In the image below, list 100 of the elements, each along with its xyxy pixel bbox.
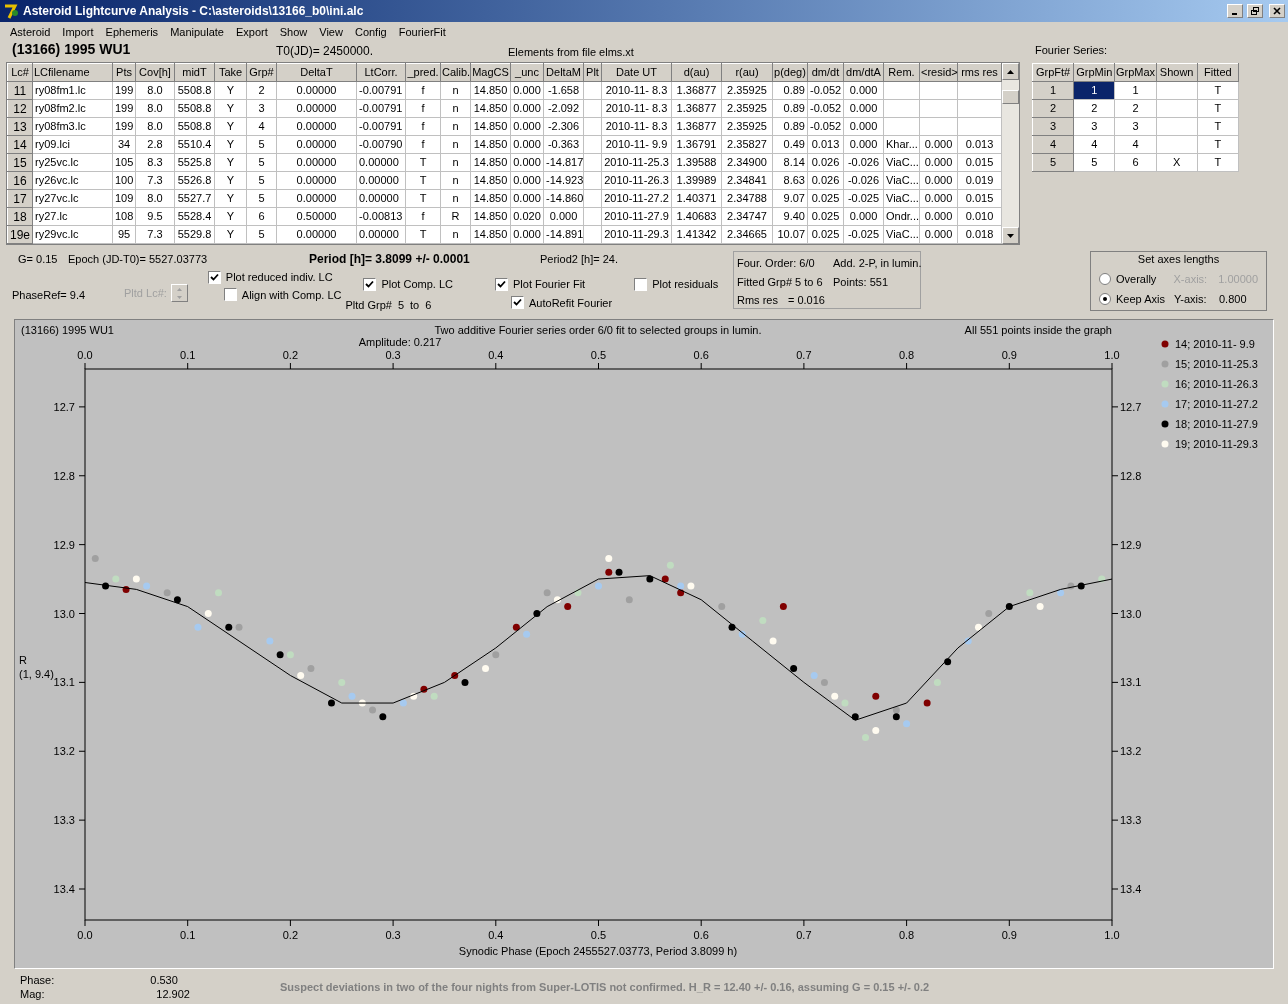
table-cell: 0.013 [957, 135, 1002, 154]
table-cell: 2 [246, 81, 277, 100]
column-header[interactable]: Take [214, 63, 247, 82]
column-header[interactable]: Cov[h] [135, 63, 175, 82]
table-cell: 0.00000 [276, 135, 357, 154]
column-header[interactable]: rms res [957, 63, 1002, 82]
column-header[interactable]: Calib. [440, 63, 471, 82]
table-cell: -0.052 [807, 117, 844, 136]
table-cell: T [1197, 135, 1239, 153]
table-cell: 0.000 [919, 189, 958, 208]
table-cell: 5527.7 [174, 189, 215, 208]
menu-item[interactable]: Ephemeris [99, 23, 165, 41]
column-header[interactable]: DeltaT [276, 63, 357, 82]
menu-item[interactable]: Export [229, 23, 274, 41]
table-cell: 8.0 [135, 81, 175, 100]
column-header[interactable]: GrpMin [1073, 63, 1115, 81]
table-cell: f [405, 207, 441, 226]
pltd-grp-label: Pltd Grp# [345, 297, 392, 313]
column-header[interactable]: r(au) [721, 63, 773, 82]
column-header[interactable]: Rem. [883, 63, 920, 82]
column-header[interactable]: LCfilename [32, 63, 113, 82]
fitted-groups: Fitted Grp# 5 to 6 [737, 273, 833, 290]
y-tick-label: 13.3 [1120, 814, 1142, 827]
table-cell: -1.658 [543, 81, 584, 100]
table-cell: 9.40 [772, 207, 808, 226]
column-header[interactable]: GrpFt# [1032, 63, 1074, 81]
table-cell: 5508.8 [174, 81, 215, 100]
table-cell: 199 [112, 81, 136, 100]
table-cell: T [1197, 117, 1239, 135]
column-header[interactable]: MagCS [470, 63, 511, 82]
menu-item[interactable]: View [313, 23, 349, 41]
pltd-grp-from: 5 [397, 297, 405, 313]
table-cell: 2010-11-26.3 [601, 171, 672, 190]
fit-mode: Add. 2-P, in lumin. [833, 256, 922, 271]
table-cell: 1.36791 [671, 135, 722, 154]
table-cell: 1 [1114, 81, 1157, 99]
column-header[interactable]: DeltaM [543, 63, 584, 82]
period2-value: Period2 [h]= 24. [540, 251, 618, 267]
asteroid-name: (13166) 1995 WU1 [12, 40, 132, 59]
epoch-value: Epoch (JD-T0)= 5527.03773 [68, 251, 209, 267]
checkbox-label: Align with Comp. LC [241, 287, 342, 303]
table-cell: 5 [246, 171, 277, 190]
table-cell: ry08fm1.lc [32, 81, 113, 100]
table-cell: 0.00000 [356, 189, 406, 208]
column-header[interactable]: LtCorr. [356, 63, 406, 82]
table-cell: 1.36877 [671, 99, 722, 118]
column-header[interactable]: _unc [510, 63, 544, 82]
fourier-order: Four. Order: 6/0 [737, 256, 816, 271]
axis-length-value[interactable]: 0.800 [1219, 291, 1247, 308]
column-header[interactable]: Date UT [601, 63, 672, 82]
table-cell: 199 [112, 117, 136, 136]
column-header[interactable]: midT [174, 63, 215, 82]
table-cell: -0.026 [843, 171, 884, 190]
column-header[interactable]: Pts [112, 63, 136, 82]
column-header[interactable]: p(deg) [772, 63, 808, 82]
table-cell[interactable]: 2 [1073, 99, 1115, 117]
table-cell: T [405, 225, 441, 244]
column-header[interactable]: <resid> [919, 63, 958, 82]
table-cell: Y [214, 99, 247, 118]
menu-item[interactable]: Asteroid [4, 23, 57, 41]
table-cell: ry08fm2.lc [32, 99, 113, 118]
menu-item[interactable]: FourierFit [392, 23, 452, 41]
table-cell: Y [214, 81, 247, 100]
column-header[interactable]: Fitted [1197, 63, 1239, 81]
column-header[interactable]: Grp# [246, 63, 277, 82]
table-cell: f [405, 117, 441, 136]
menu-item[interactable]: Show [273, 23, 314, 41]
x-tick-label: 0.4 [488, 929, 504, 941]
table-cell: 5 [246, 189, 277, 208]
table-cell: T [1197, 153, 1239, 171]
y-tick-label: 12.8 [53, 469, 75, 482]
menu-item[interactable]: Manipulate [164, 23, 230, 41]
column-header[interactable]: GrpMax [1114, 63, 1157, 81]
chart-object-name: (13166) 1995 WU1 [21, 324, 114, 336]
x-tick-label: 0.5 [590, 929, 607, 941]
table-cell: 14.850 [470, 99, 511, 118]
table-cell[interactable]: 5 [1073, 153, 1115, 171]
column-header[interactable]: Lc# [7, 63, 33, 82]
column-header[interactable]: dm/dt [807, 63, 844, 82]
table-cell: 5510.4 [174, 135, 215, 154]
column-header[interactable]: Shown [1156, 63, 1198, 81]
column-header[interactable]: dm/dtA [843, 63, 884, 82]
table-cell: Y [214, 117, 247, 136]
table-cell: 2010-11-29.3 [601, 225, 672, 244]
table-cell[interactable]: 4 [1073, 135, 1115, 153]
table-cell: 14.850 [470, 189, 511, 208]
table-cell: 0.89 [772, 117, 808, 136]
table-cell: 0.000 [843, 135, 884, 154]
menu-item[interactable]: Config [348, 23, 393, 41]
table-cell: 0.000 [919, 153, 958, 172]
table-cell: ry09.lci [32, 135, 113, 154]
table-cell: 2.35925 [721, 117, 773, 136]
table-cell: 0.00000 [276, 189, 357, 208]
table-cell: 14.850 [470, 207, 511, 226]
menu-item[interactable]: Import [56, 23, 100, 41]
legend-label: 15; 2010-11-25.3 [1175, 358, 1258, 370]
column-header[interactable]: _pred. [405, 63, 441, 82]
column-header[interactable]: d(au) [671, 63, 722, 82]
table-cell[interactable]: 3 [1073, 117, 1115, 135]
table-cell: 2010-11-27.9 [601, 207, 672, 226]
